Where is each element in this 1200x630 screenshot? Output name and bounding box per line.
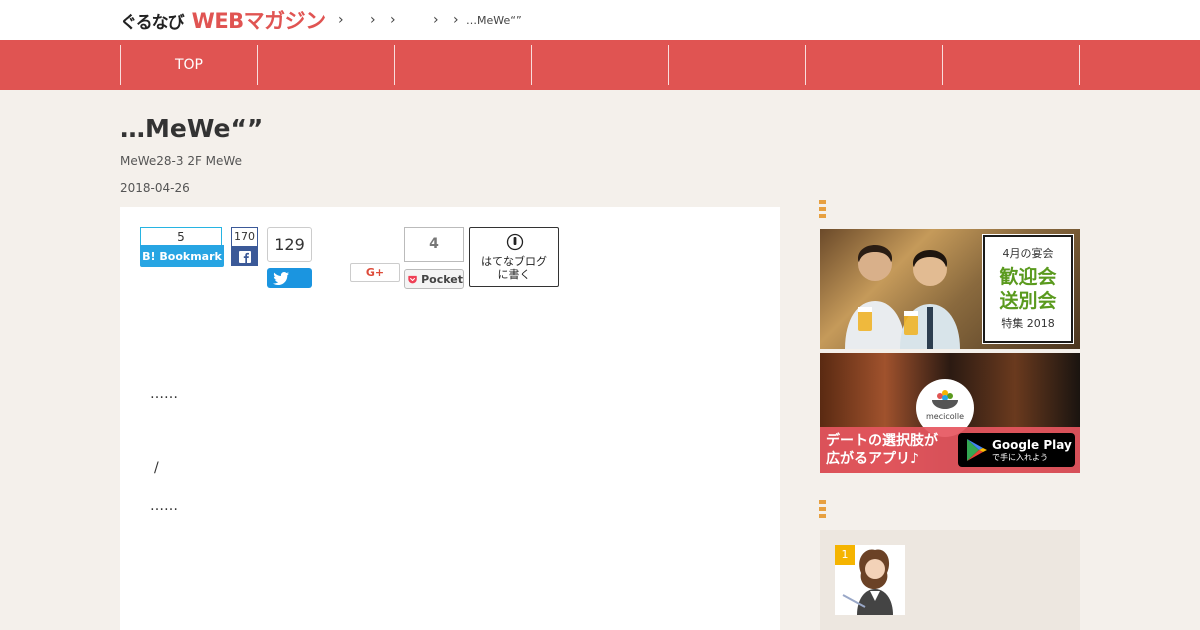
google-plus-button[interactable]: G+ [350, 263, 400, 282]
badge-line2: 歓迎会 送別会 [999, 266, 1057, 312]
nav-item[interactable] [257, 45, 394, 85]
twitter-bird-icon [273, 271, 289, 285]
chevron-right-icon: › [370, 12, 376, 28]
ad-caption: デートの選択肢が 広がるアプリ♪ [826, 433, 938, 467]
pocket-count: 4 [404, 227, 464, 262]
chevron-right-icon: › [390, 12, 396, 28]
article-body: 5 B! Bookmark 170 129 G+ 4 Pocket はてなブログ… [120, 207, 780, 630]
google-play-title: Google Play [992, 437, 1072, 452]
hatena-blog-label: はてなブログ に書く [481, 255, 547, 281]
party-feature-badge: 4月の宴会 歓迎会 送別会 特集 2018 [982, 234, 1074, 344]
pocket-icon [408, 275, 417, 283]
food-bowl-icon [932, 390, 958, 409]
section-marker-icon [819, 200, 826, 219]
google-play-text: Google Play で手に入れよう [992, 438, 1072, 463]
ranking-list: 1 [820, 530, 1080, 630]
nav-item[interactable] [394, 45, 531, 85]
google-play-button[interactable]: Google Play で手に入れよう [958, 433, 1075, 467]
nav-item[interactable] [668, 45, 805, 85]
mecicolle-logo-text: mecicolle [926, 412, 964, 421]
banner-ad-party-feature[interactable]: 4月の宴会 歓迎会 送別会 特集 2018 [820, 229, 1080, 349]
article-date: 2018-04-26 [120, 181, 190, 195]
facebook-share-button[interactable] [231, 247, 258, 266]
article-paragraph: / [154, 460, 159, 476]
logo-web-magazine: WEBマガジン [191, 9, 327, 33]
section-marker-icon [819, 500, 826, 519]
google-play-sub: で手に入れよう [992, 452, 1048, 462]
twitter-share-count: 129 [267, 227, 312, 262]
site-header: ぐるなび WEBマガジン › › › › › …MeWe“” [0, 0, 1200, 40]
banner-ad-mecicolle-app[interactable]: mecicolle デートの選択肢が 広がるアプリ♪ Google Play で… [820, 353, 1080, 473]
google-play-icon [967, 439, 987, 461]
people-toasting-photo [845, 245, 960, 349]
badge-line1: 4月の宴会 [1002, 247, 1054, 260]
badge-line3: 特集 2018 [1001, 317, 1055, 330]
pocket-label: Pocket [421, 272, 463, 286]
nav-item[interactable] [531, 45, 668, 85]
hatena-blog-button[interactable]: はてなブログ に書く [469, 227, 559, 287]
ranking-number-badge: 1 [835, 545, 855, 565]
hatena-blog-icon [506, 233, 524, 251]
article-subtitle: MeWe28-3 2F MeWe [120, 154, 242, 168]
nav-item[interactable] [942, 45, 1080, 85]
chevron-right-icon: › [453, 12, 459, 28]
facebook-icon [238, 250, 251, 263]
twitter-share-button[interactable] [267, 268, 312, 288]
chevron-right-icon: › [433, 12, 439, 28]
pocket-button[interactable]: Pocket [404, 269, 464, 289]
logo-gurunavi: ぐるなび [120, 12, 185, 33]
breadcrumb-current: …MeWe“” [466, 14, 522, 27]
article-paragraph: …… [150, 498, 178, 514]
hatena-bookmark-button[interactable]: B! Bookmark [140, 245, 224, 267]
main-nav: TOP [0, 40, 1200, 90]
site-logo[interactable]: ぐるなび WEBマガジン [120, 6, 326, 34]
article-paragraph: …… [150, 386, 178, 402]
page-title: …MeWe“” [120, 114, 264, 143]
hatena-bookmark-count: 5 [140, 227, 222, 245]
nav-divider [1079, 45, 1080, 85]
facebook-share-count: 170 [231, 227, 258, 247]
nav-item-top[interactable]: TOP [120, 45, 257, 85]
chevron-right-icon: › [338, 12, 344, 28]
nav-item[interactable] [805, 45, 942, 85]
